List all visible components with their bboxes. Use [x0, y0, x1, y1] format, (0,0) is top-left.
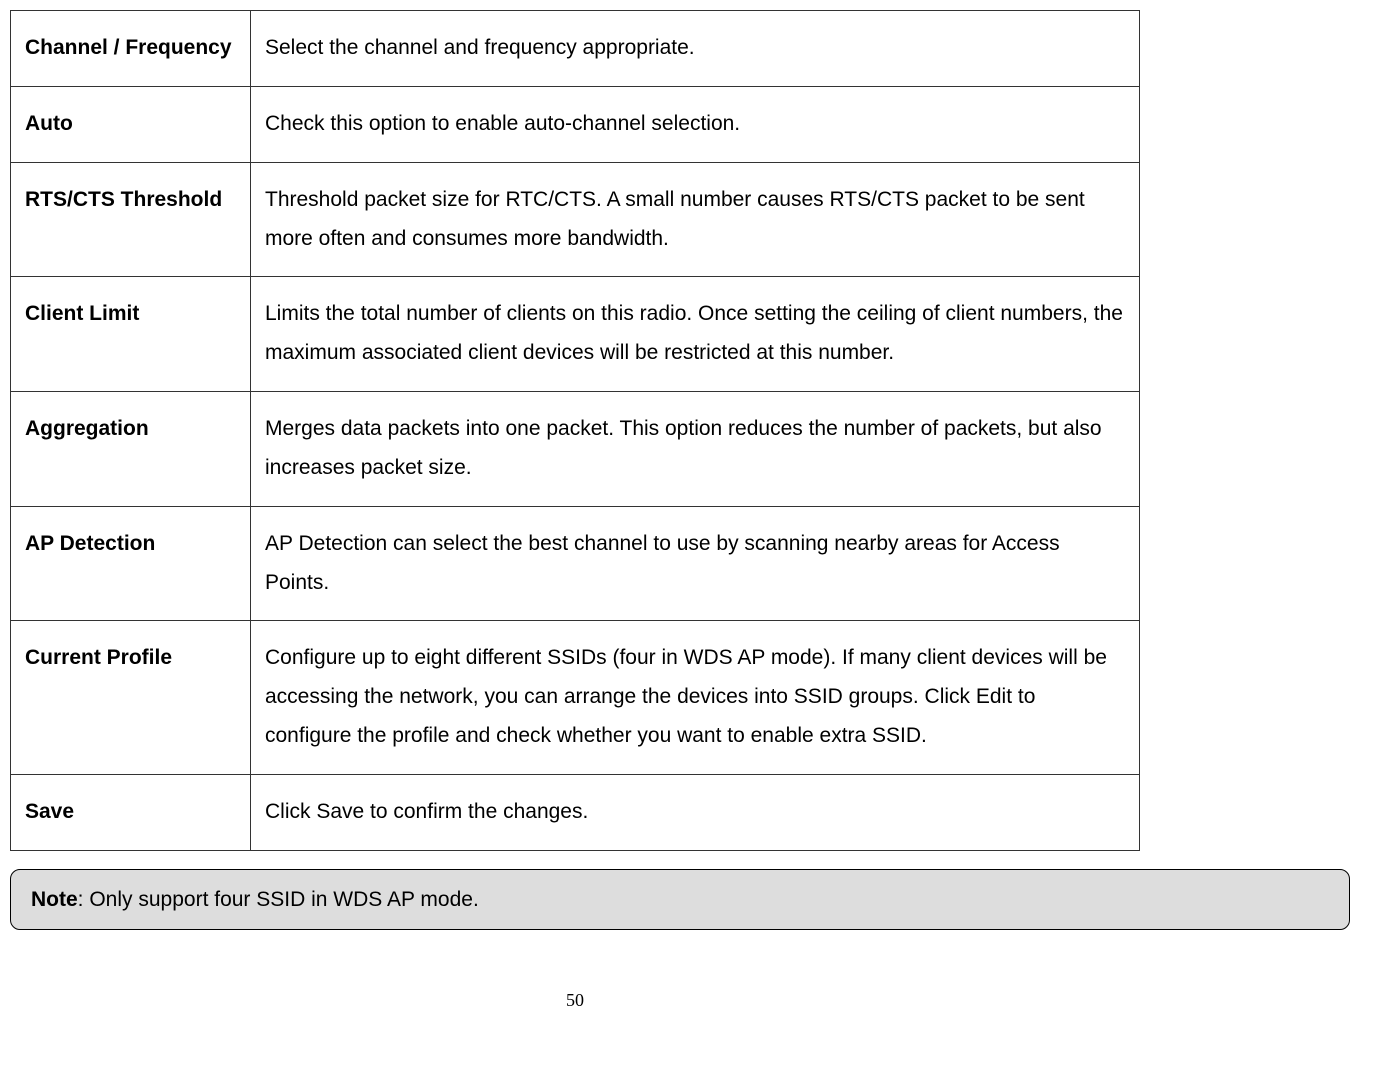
param-desc-auto: Check this option to enable auto-channel… — [251, 86, 1140, 162]
table-row: AP Detection AP Detection can select the… — [11, 506, 1140, 621]
param-desc-rts-cts-threshold: Threshold packet size for RTC/CTS. A sma… — [251, 162, 1140, 277]
note-text: : Only support four SSID in WDS AP mode. — [78, 888, 479, 911]
parameter-table: Channel / Frequency Select the channel a… — [10, 10, 1140, 851]
param-desc-client-limit: Limits the total number of clients on th… — [251, 277, 1140, 392]
table-row: Client Limit Limits the total number of … — [11, 277, 1140, 392]
param-label-auto: Auto — [11, 86, 251, 162]
param-desc-save: Click Save to confirm the changes. — [251, 774, 1140, 850]
param-label-client-limit: Client Limit — [11, 277, 251, 392]
param-desc-current-profile: Configure up to eight different SSIDs (f… — [251, 621, 1140, 775]
param-label-save: Save — [11, 774, 251, 850]
param-desc-ap-detection: AP Detection can select the best channel… — [251, 506, 1140, 621]
page-number: 50 — [10, 990, 1140, 1011]
param-label-ap-detection: AP Detection — [11, 506, 251, 621]
table-row: Channel / Frequency Select the channel a… — [11, 11, 1140, 87]
note-box: Note: Only support four SSID in WDS AP m… — [10, 869, 1350, 931]
table-row: Aggregation Merges data packets into one… — [11, 392, 1140, 507]
param-desc-aggregation: Merges data packets into one packet. Thi… — [251, 392, 1140, 507]
param-label-rts-cts-threshold: RTS/CTS Threshold — [11, 162, 251, 277]
table-row: RTS/CTS Threshold Threshold packet size … — [11, 162, 1140, 277]
table-row: Current Profile Configure up to eight di… — [11, 621, 1140, 775]
table-row: Save Click Save to confirm the changes. — [11, 774, 1140, 850]
param-label-channel-frequency: Channel / Frequency — [11, 11, 251, 87]
param-label-aggregation: Aggregation — [11, 392, 251, 507]
table-row: Auto Check this option to enable auto-ch… — [11, 86, 1140, 162]
note-label: Note — [31, 888, 78, 911]
param-label-current-profile: Current Profile — [11, 621, 251, 775]
param-desc-channel-frequency: Select the channel and frequency appropr… — [251, 11, 1140, 87]
